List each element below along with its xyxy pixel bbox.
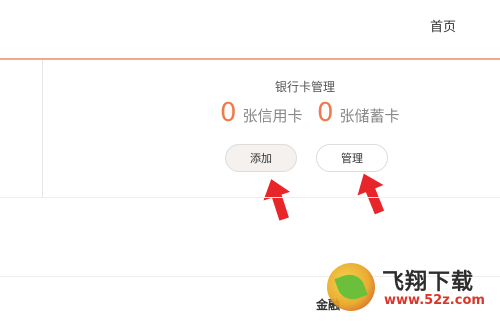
debit-card-count: 0 bbox=[317, 98, 334, 128]
header-divider bbox=[0, 58, 500, 60]
debit-card-stat: 0 张储蓄卡 bbox=[317, 98, 400, 128]
section-title: 银行卡管理 bbox=[275, 80, 336, 94]
arrow-up-icon bbox=[263, 179, 291, 221]
home-link[interactable]: 首页 bbox=[430, 16, 456, 35]
section-divider bbox=[0, 197, 500, 198]
credit-card-label: 张信用卡 bbox=[242, 107, 303, 125]
credit-card-stat: 0 张信用卡 bbox=[220, 98, 303, 128]
vertical-divider bbox=[42, 60, 43, 197]
credit-card-count: 0 bbox=[220, 98, 237, 128]
top-nav-bar: 首页 bbox=[0, 0, 500, 58]
manage-card-button[interactable]: 管理 bbox=[316, 144, 388, 172]
add-card-button[interactable]: 添加 bbox=[225, 144, 297, 172]
arrow-up-icon bbox=[357, 173, 385, 215]
debit-card-label: 张储蓄卡 bbox=[339, 107, 400, 125]
watermark-brand: 飞翔下载 bbox=[382, 270, 475, 295]
watermark-url: www.52z.com bbox=[384, 293, 485, 308]
